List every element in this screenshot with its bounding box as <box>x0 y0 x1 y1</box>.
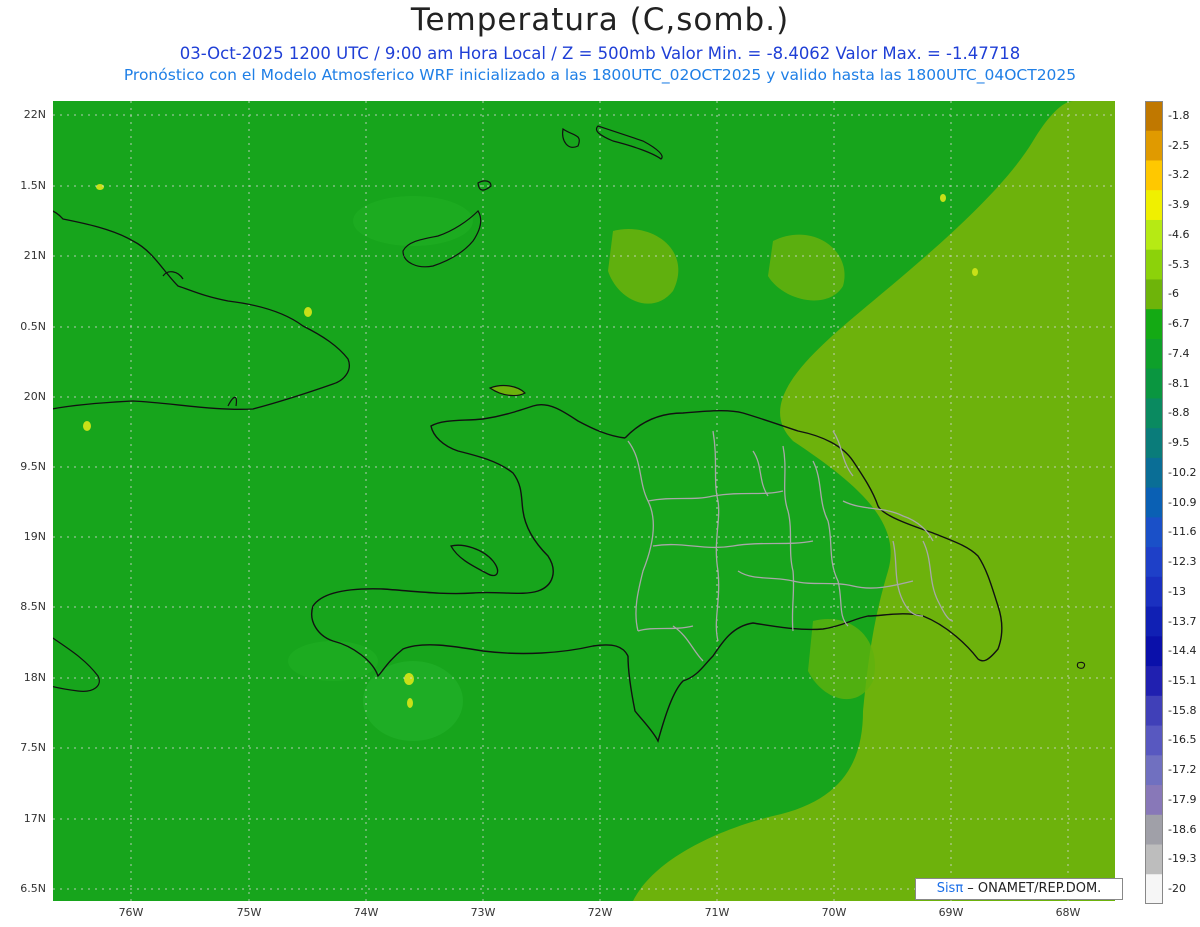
lon-label: 68W <box>1055 906 1081 919</box>
lat-label: 17N <box>23 812 46 825</box>
colorbar-tick-label: -10.9 <box>1168 495 1197 509</box>
colorbar-swatch <box>1145 666 1163 697</box>
yellow-spot <box>96 184 104 190</box>
colorbar-swatch <box>1145 487 1163 518</box>
colorbar-swatch <box>1145 279 1163 310</box>
lon-label: 73W <box>470 906 496 919</box>
yellow-spot <box>407 698 413 708</box>
lat-label: 20N <box>23 390 46 403</box>
colorbar-tick-label: -3.9 <box>1168 198 1190 212</box>
colorbar-swatch <box>1145 457 1163 489</box>
colorbar-swatch <box>1145 190 1163 221</box>
colorbar-swatch <box>1145 368 1163 399</box>
colorbar-swatch <box>1145 428 1163 459</box>
colorbar-swatch <box>1145 725 1163 756</box>
colorbar-swatch <box>1145 398 1163 429</box>
colorbar-tick-label: -17.9 <box>1168 792 1197 806</box>
colorbar-tick-label: -9.5 <box>1168 436 1190 449</box>
yellow-spot <box>972 268 978 276</box>
colorbar-swatch <box>1145 249 1163 280</box>
model-info-line: Pronóstico con el Modelo Atmosferico WRF… <box>123 66 1077 84</box>
colorbar-swatch <box>1145 606 1163 637</box>
colorbar-swatch <box>1145 219 1163 251</box>
lat-label: 9.5N <box>20 460 46 473</box>
colorbar-tick-label: -18.6 <box>1168 822 1197 836</box>
yellow-spot <box>404 673 414 685</box>
colorbar-tick-label: -6.7 <box>1168 317 1190 331</box>
lon-label: 72W <box>587 906 613 919</box>
colorbar-swatch <box>1145 636 1163 667</box>
colorbar-tick-label: -13 <box>1168 584 1186 598</box>
colorbar-tick-label: -8.8 <box>1168 406 1190 420</box>
lat-label: 6.5N <box>20 882 46 895</box>
lon-label: 75W <box>236 906 262 919</box>
lat-label: 0.5N <box>20 320 46 333</box>
colorbar-tick-label: -2.5 <box>1168 138 1190 152</box>
colorbar-tick-label: -7.4 <box>1168 346 1190 360</box>
lon-label: 76W <box>118 906 144 919</box>
colorbar-swatch <box>1145 130 1163 161</box>
credit-text: – ONAMET/REP.DOM. <box>963 881 1102 896</box>
colorbar-swatch <box>1145 844 1163 875</box>
lat-label: 19N <box>23 530 46 543</box>
colorbar-swatch <box>1145 755 1163 786</box>
colorbar-swatch <box>1145 517 1163 548</box>
colorbar-swatch <box>1145 160 1163 191</box>
colorbar-swatch <box>1145 814 1163 846</box>
credit-box: Sisπ – ONAMET/REP.DOM. <box>915 878 1123 900</box>
colorbar-tick-label: -20 <box>1168 882 1186 896</box>
temperature-map <box>53 101 1115 901</box>
mottle-patch <box>353 196 473 246</box>
lon-label: 71W <box>704 906 730 919</box>
colorbar-swatch <box>1145 338 1163 370</box>
colorbar-tick-label: -6 <box>1168 287 1179 301</box>
colorbar-tick-label: -15.1 <box>1168 673 1197 687</box>
yellow-spot <box>940 194 946 202</box>
colorbar-tick-label: -3.2 <box>1168 168 1190 182</box>
colorbar-swatch <box>1145 695 1163 727</box>
map-title: Temperatura (C,somb.) <box>410 2 790 38</box>
lon-label: 70W <box>821 906 847 919</box>
colorbar-swatch <box>1145 874 1163 904</box>
colorbar-tick-label: -1.8 <box>1168 108 1190 122</box>
colorbar-tick-label: -13.7 <box>1168 614 1197 628</box>
temperature-colorbar <box>1145 101 1163 904</box>
colorbar-swatch <box>1145 547 1163 578</box>
mottle-patch <box>288 641 378 681</box>
colorbar-tick-label: -5.3 <box>1168 257 1190 271</box>
colorbar-tick-label: -14.4 <box>1168 644 1197 658</box>
lon-label: 69W <box>938 906 964 919</box>
lat-label: 21N <box>23 249 46 262</box>
lon-label: 74W <box>353 906 379 919</box>
colorbar-tick-label: -15.8 <box>1168 703 1197 717</box>
mottle-patch <box>363 661 463 741</box>
colorbar-swatch <box>1145 785 1163 816</box>
yellow-spot <box>304 307 312 317</box>
lat-label: 22N <box>23 108 46 121</box>
yellow-spot <box>83 421 91 431</box>
colorbar-tick-label: -17.2 <box>1168 763 1197 777</box>
colorbar-tick-label: -10.2 <box>1168 465 1197 479</box>
lat-label: 7.5N <box>20 741 46 754</box>
colorbar-tick-label: -8.1 <box>1168 376 1190 390</box>
colorbar-tick-label: -12.3 <box>1168 555 1197 568</box>
colorbar-tick-label: -4.6 <box>1168 227 1190 241</box>
colorbar-swatch <box>1145 576 1163 608</box>
lat-label: 1.5N <box>20 179 46 192</box>
colorbar-tick-label: -11.6 <box>1168 525 1197 539</box>
colorbar-swatch <box>1145 101 1163 132</box>
forecast-info-line: 03-Oct-2025 1200 UTC / 9:00 am Hora Loca… <box>179 44 1021 63</box>
colorbar-tick-label: -19.3 <box>1168 852 1197 866</box>
colorbar-tick-label: -16.5 <box>1168 733 1197 747</box>
colorbar-swatch <box>1145 309 1163 340</box>
lat-label: 8.5N <box>20 600 46 613</box>
lat-label: 18N <box>23 671 46 684</box>
sispi-logo-text: Sisπ <box>936 881 964 896</box>
